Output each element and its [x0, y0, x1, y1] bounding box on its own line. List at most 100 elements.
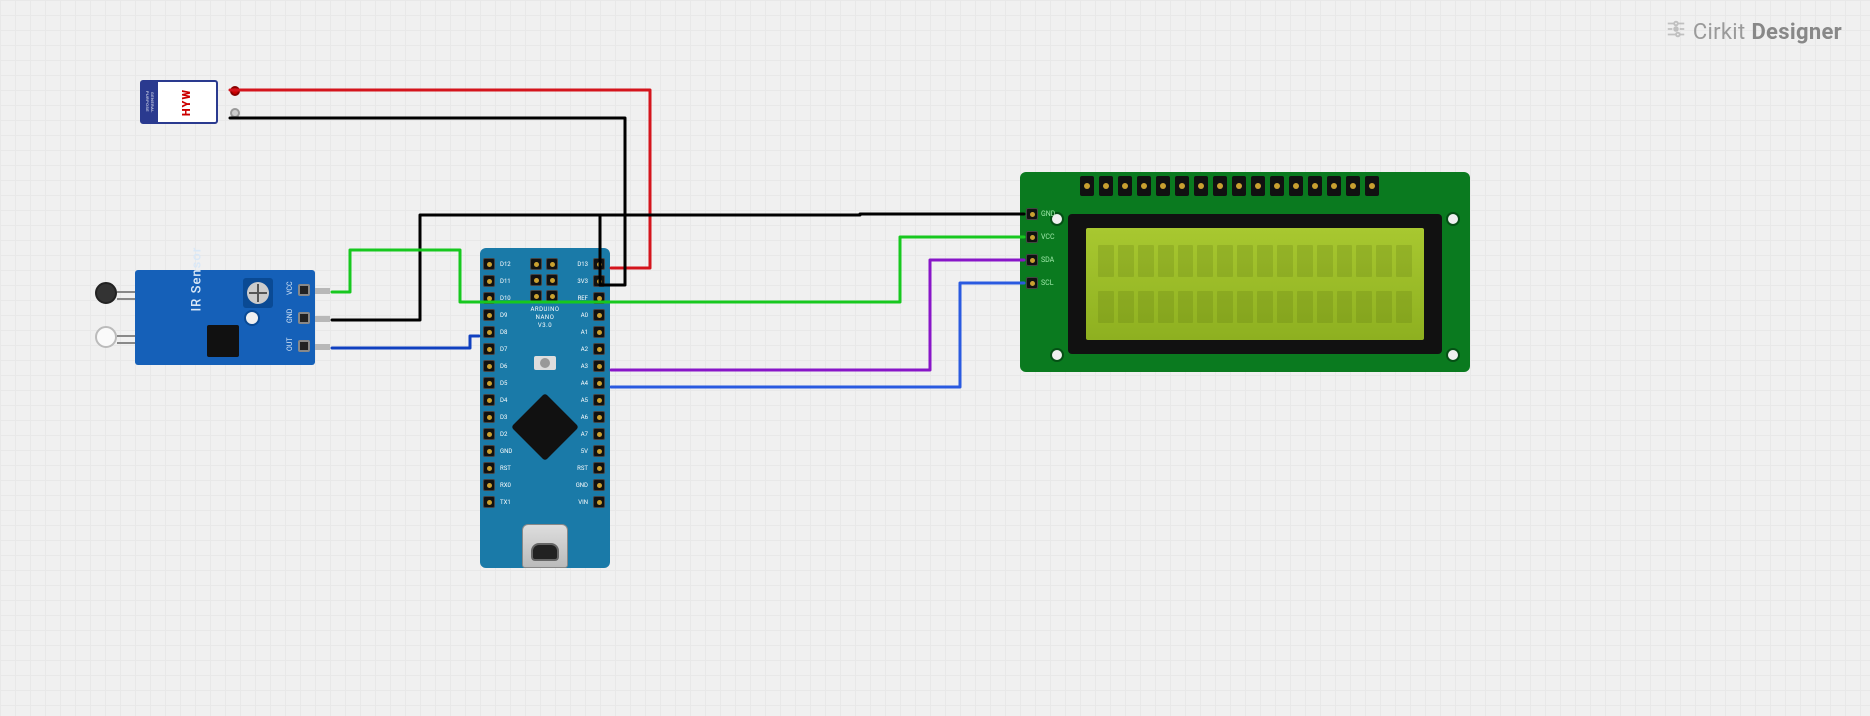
nano-pin-a2[interactable]: A2	[593, 343, 605, 355]
lcd-pin-scl[interactable]	[1026, 277, 1038, 289]
nano-pin-label: RST	[577, 465, 588, 472]
lcd-header-pin[interactable]	[1308, 176, 1322, 196]
component-ir-sensor[interactable]: IR Sensor VCC GND OUT	[95, 270, 330, 365]
component-battery[interactable]: GENERAL PURPOSE HYW	[140, 80, 230, 128]
lcd-pin-gnd[interactable]	[1026, 208, 1038, 220]
nano-pin-a6[interactable]: A6	[593, 411, 605, 423]
lcd-char-cell	[1396, 291, 1412, 323]
nano-pin-a5[interactable]: A5	[593, 394, 605, 406]
nano-pin-label: 3V3	[577, 278, 588, 285]
lcd-char-cell	[1376, 291, 1392, 323]
lcd-pin-label: SDA	[1041, 256, 1054, 264]
lcd-header-pin[interactable]	[1080, 176, 1094, 196]
lcd-header-pin[interactable]	[1327, 176, 1341, 196]
nano-pin-label: VIN	[578, 499, 588, 506]
wire-nano-a5-to-lcd-scl	[611, 283, 1024, 387]
lcd-header-pin[interactable]	[1194, 176, 1208, 196]
nano-pin-label: RX0	[500, 482, 511, 489]
nano-pin-a0[interactable]: A0	[593, 309, 605, 321]
nano-pin-d5[interactable]: D5	[483, 377, 495, 389]
nano-pin-d7[interactable]: D7	[483, 343, 495, 355]
lcd-header-pin[interactable]	[1137, 176, 1151, 196]
lcd-bezel	[1068, 214, 1442, 354]
lcd-char-cell	[1297, 291, 1313, 323]
nano-pin-a1[interactable]: A1	[593, 326, 605, 338]
nano-pin-d3[interactable]: D3	[483, 411, 495, 423]
nano-left-pin-header: D12 D11 D10 D9 D8 D7 D6 D5 D4 D3 D2 GND RST RX0 TX1	[483, 258, 497, 508]
ir-pin-gnd[interactable]	[298, 312, 310, 324]
lcd-header-pin[interactable]	[1270, 176, 1284, 196]
ir-pin-vcc[interactable]	[298, 284, 310, 296]
nano-pin-rx0[interactable]: RX0	[483, 479, 495, 491]
lcd-header-pin[interactable]	[1099, 176, 1113, 196]
nano-pin-label: D9	[500, 312, 507, 319]
lcd-header-pin[interactable]	[1175, 176, 1189, 196]
nano-pin-vin[interactable]: VIN	[593, 496, 605, 508]
nano-pin-label: D2	[500, 431, 507, 438]
nano-pin-d8[interactable]: D8	[483, 326, 495, 338]
nano-pin-gnd[interactable]: GND	[483, 445, 495, 457]
nano-pin-label: RST	[500, 465, 511, 472]
nano-usb-port-icon	[522, 524, 568, 568]
nano-pin-label: D3	[500, 414, 507, 421]
lcd-char-row	[1098, 245, 1412, 277]
nano-pin-d12[interactable]: D12	[483, 258, 495, 270]
lcd-pin-label: SCL	[1041, 279, 1053, 287]
nano-pin-a4[interactable]: A4	[593, 377, 605, 389]
ir-pin-out[interactable]	[298, 340, 310, 352]
nano-pin-label: D6	[500, 363, 507, 370]
ir-pin-label-vcc: VCC	[286, 285, 294, 295]
lcd-mount-hole-icon	[1050, 348, 1064, 362]
lcd-char-cell	[1277, 245, 1293, 277]
nano-pin-label: 5V	[581, 448, 588, 455]
lcd-pin-vcc[interactable]	[1026, 231, 1038, 243]
lcd-char-cell	[1317, 245, 1333, 277]
lcd-header-pin[interactable]	[1118, 176, 1132, 196]
nano-pin-a3[interactable]: A3	[593, 360, 605, 372]
lcd-mount-hole-icon	[1446, 348, 1460, 362]
nano-pin-d11[interactable]: D11	[483, 275, 495, 287]
battery-side-label: GENERAL PURPOSE	[142, 82, 158, 122]
nano-pin-d13[interactable]: D13	[593, 258, 605, 270]
battery-terminal-pos[interactable]	[230, 86, 240, 96]
lcd-header-pin[interactable]	[1251, 176, 1265, 196]
nano-pin-d10[interactable]: D10	[483, 292, 495, 304]
nano-pin-label: D8	[500, 329, 507, 336]
nano-pin-rst[interactable]: RST	[593, 462, 605, 474]
lcd-char-cell	[1356, 245, 1372, 277]
component-lcd-i2c[interactable]: GND VCC SDA SCL	[1020, 172, 1470, 372]
ir-receiver-led-icon	[95, 322, 135, 352]
nano-pin-d9[interactable]: D9	[483, 309, 495, 321]
battery-terminal-neg[interactable]	[230, 108, 240, 118]
nano-pin-label: GND	[500, 448, 512, 455]
nano-pin-gnd[interactable]: GND	[593, 479, 605, 491]
nano-reset-button[interactable]	[534, 356, 556, 370]
ir-pin-lead-icon	[315, 316, 330, 322]
nano-pin-d6[interactable]: D6	[483, 360, 495, 372]
nano-pin-d4[interactable]: D4	[483, 394, 495, 406]
nano-pin-tx1[interactable]: TX1	[483, 496, 495, 508]
ir-potentiometer[interactable]	[243, 278, 273, 308]
diagram-canvas[interactable]: GENERAL PURPOSE HYW IR Sensor VCC	[0, 0, 1870, 716]
lcd-char-cell	[1337, 291, 1353, 323]
lcd-char-cell	[1158, 245, 1174, 277]
lcd-header-pin[interactable]	[1365, 176, 1379, 196]
lcd-char-cell	[1138, 291, 1154, 323]
nano-pin-d2[interactable]: D2	[483, 428, 495, 440]
lcd-char-cell	[1337, 245, 1353, 277]
nano-pin-ref[interactable]: REF	[593, 292, 605, 304]
lcd-header-pin[interactable]	[1232, 176, 1246, 196]
lcd-header-pin[interactable]	[1289, 176, 1303, 196]
nano-pin-a7[interactable]: A7	[593, 428, 605, 440]
nano-pin-5v[interactable]: 5V	[593, 445, 605, 457]
nano-pin-rst[interactable]: RST	[483, 462, 495, 474]
nano-pin-3v3[interactable]: 3V3	[593, 275, 605, 287]
lcd-header-pin[interactable]	[1156, 176, 1170, 196]
lcd-header-pin[interactable]	[1346, 176, 1360, 196]
lcd-char-row	[1098, 291, 1412, 323]
component-arduino-nano[interactable]: ARDUINO NANO V3.0 D12D11D10D9D8D7D6D5D4D…	[480, 248, 610, 568]
nano-pin-label: D4	[500, 397, 507, 404]
lcd-header-pin[interactable]	[1213, 176, 1227, 196]
lcd-pin-sda[interactable]	[1026, 254, 1038, 266]
ir-sensor-title: IR Sensor	[190, 247, 205, 312]
